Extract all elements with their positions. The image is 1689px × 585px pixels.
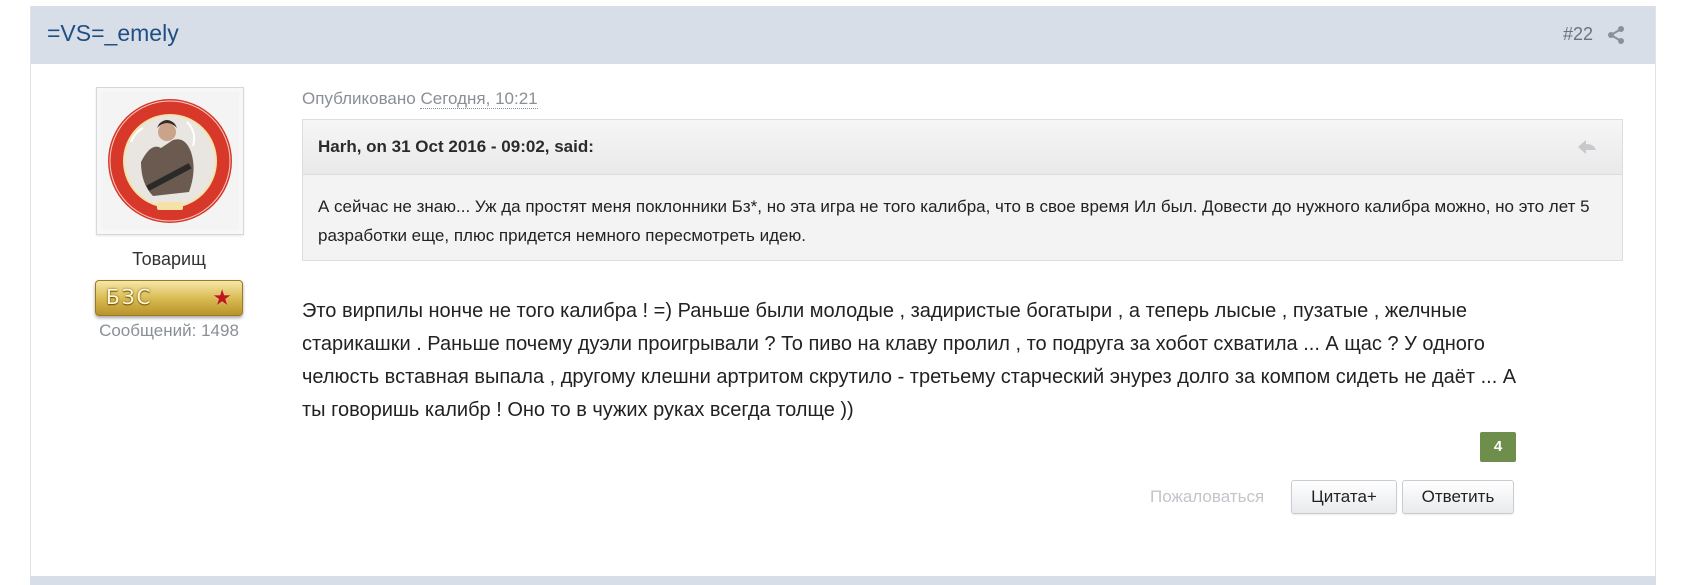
quote-text: А сейчас не знаю... Уж да простят меня п… [318,197,1590,245]
author-link[interactable]: =VS=_emely [47,20,179,47]
report-link[interactable]: Пожаловаться [1150,487,1264,507]
page: =VS=_emely #22 Товарищ БЗС ★ Сообщений: … [0,0,1689,585]
quote-header: Harh, on 31 Oct 2016 - 09:02, said: [303,120,1622,175]
post-count: Сообщений: 1498 [99,321,239,340]
avatar[interactable] [96,87,244,235]
quote-arrow-icon[interactable] [1576,138,1600,156]
quote-block: Harh, on 31 Oct 2016 - 09:02, said: А се… [302,119,1623,261]
rank-badge-text: БЗС [106,285,153,309]
star-icon: ★ [212,285,232,310]
quote-citation: Harh, on 31 Oct 2016 - 09:02, said: [318,137,594,156]
rank-badge: БЗС ★ [95,280,243,316]
post-header: =VS=_emely #22 [31,6,1655,64]
published-label: Опубликовано [302,89,416,108]
avatar-image [101,92,239,230]
post-body: Это вирпилы нонче не того калибра ! =) Р… [302,300,1517,421]
share-icon[interactable] [1607,25,1625,45]
published-date: Сегодня, 10:21 [420,89,538,109]
post-number-link[interactable]: #22 [1563,24,1593,45]
multiquote-button[interactable]: Цитата+ [1291,480,1397,514]
published-info: Опубликовано Сегодня, 10:21 [302,89,538,109]
reply-button[interactable]: Ответить [1402,480,1514,514]
member-title: Товарищ [132,249,206,269]
reputation-badge[interactable]: 4 [1480,432,1516,462]
post-footer-divider [30,576,1656,585]
